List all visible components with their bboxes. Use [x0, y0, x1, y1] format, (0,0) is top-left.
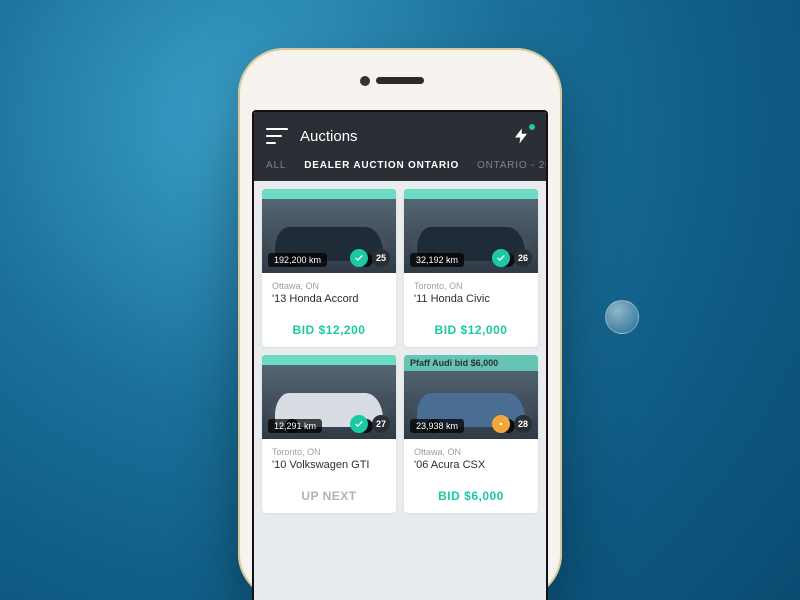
app-screen: Auctions ALL DEALER AUCTION ONTARIO ONTA… [252, 110, 548, 600]
bid-button[interactable]: BID $12,200 [262, 315, 396, 347]
listing-card[interactable]: 12,291 km 27 Toronto, ON '10 Volkswagen … [262, 355, 396, 513]
listing-location: Toronto, ON [272, 447, 386, 457]
count-badge: 27 [372, 415, 390, 433]
bid-button[interactable]: UP NEXT [262, 481, 396, 513]
tab-bar: ALL DEALER AUCTION ONTARIO ONTARIO - 20 [254, 160, 546, 181]
listing-location: Toronto, ON [414, 281, 528, 291]
km-badge: 23,938 km [410, 419, 464, 433]
listing-location: Ottawa, ON [414, 447, 528, 457]
card-accent [262, 355, 396, 365]
verified-icon [350, 249, 368, 267]
card-accent [262, 189, 396, 199]
verified-icon [350, 415, 368, 433]
alert-icon [492, 415, 510, 433]
wallpaper-orb [605, 300, 639, 334]
status-badges: 26 [492, 249, 532, 267]
count-badge: 25 [372, 249, 390, 267]
status-badges: 27 [350, 415, 390, 433]
status-badges: 28 [492, 415, 532, 433]
km-badge: 12,291 km [268, 419, 322, 433]
status-badges: 25 [350, 249, 390, 267]
listing-title: '10 Volkswagen GTI [272, 459, 386, 471]
overlay-bid-banner: Pfaff Audi bid $6,000 [404, 355, 538, 371]
app-header: Auctions [254, 112, 546, 160]
listing-card[interactable]: 192,200 km 25 Ottawa, ON '13 Honda Accor… [262, 189, 396, 347]
listing-title: '11 Honda Civic [414, 293, 528, 305]
phone-frame: Auctions ALL DEALER AUCTION ONTARIO ONTA… [238, 48, 562, 600]
count-badge: 28 [514, 415, 532, 433]
listing-title: '06 Acura CSX [414, 459, 528, 471]
km-badge: 32,192 km [410, 253, 464, 267]
menu-icon[interactable] [266, 128, 288, 144]
listing-card[interactable]: 32,192 km 26 Toronto, ON '11 Honda Civic… [404, 189, 538, 347]
bid-button[interactable]: BID $6,000 [404, 481, 538, 513]
card-accent [404, 189, 538, 199]
bid-button[interactable]: BID $12,000 [404, 315, 538, 347]
notification-dot [529, 124, 535, 130]
listing-card[interactable]: Pfaff Audi bid $6,000 23,938 km 28 Ottaw… [404, 355, 538, 513]
listing-thumb: 12,291 km 27 [262, 355, 396, 439]
listing-grid: 192,200 km 25 Ottawa, ON '13 Honda Accor… [254, 181, 546, 521]
activity-icon[interactable] [512, 125, 534, 147]
listing-location: Ottawa, ON [272, 281, 386, 291]
km-badge: 192,200 km [268, 253, 327, 267]
tab-all[interactable]: ALL [266, 160, 286, 171]
tab-dealer-ontario[interactable]: DEALER AUCTION ONTARIO [304, 160, 459, 171]
listing-thumb: 32,192 km 26 [404, 189, 538, 273]
verified-icon [492, 249, 510, 267]
count-badge: 26 [514, 249, 532, 267]
tab-ontario-20[interactable]: ONTARIO - 20 [477, 160, 548, 171]
listing-thumb: 192,200 km 25 [262, 189, 396, 273]
listing-thumb: Pfaff Audi bid $6,000 23,938 km 28 [404, 355, 538, 439]
page-title: Auctions [300, 128, 512, 145]
listing-title: '13 Honda Accord [272, 293, 386, 305]
